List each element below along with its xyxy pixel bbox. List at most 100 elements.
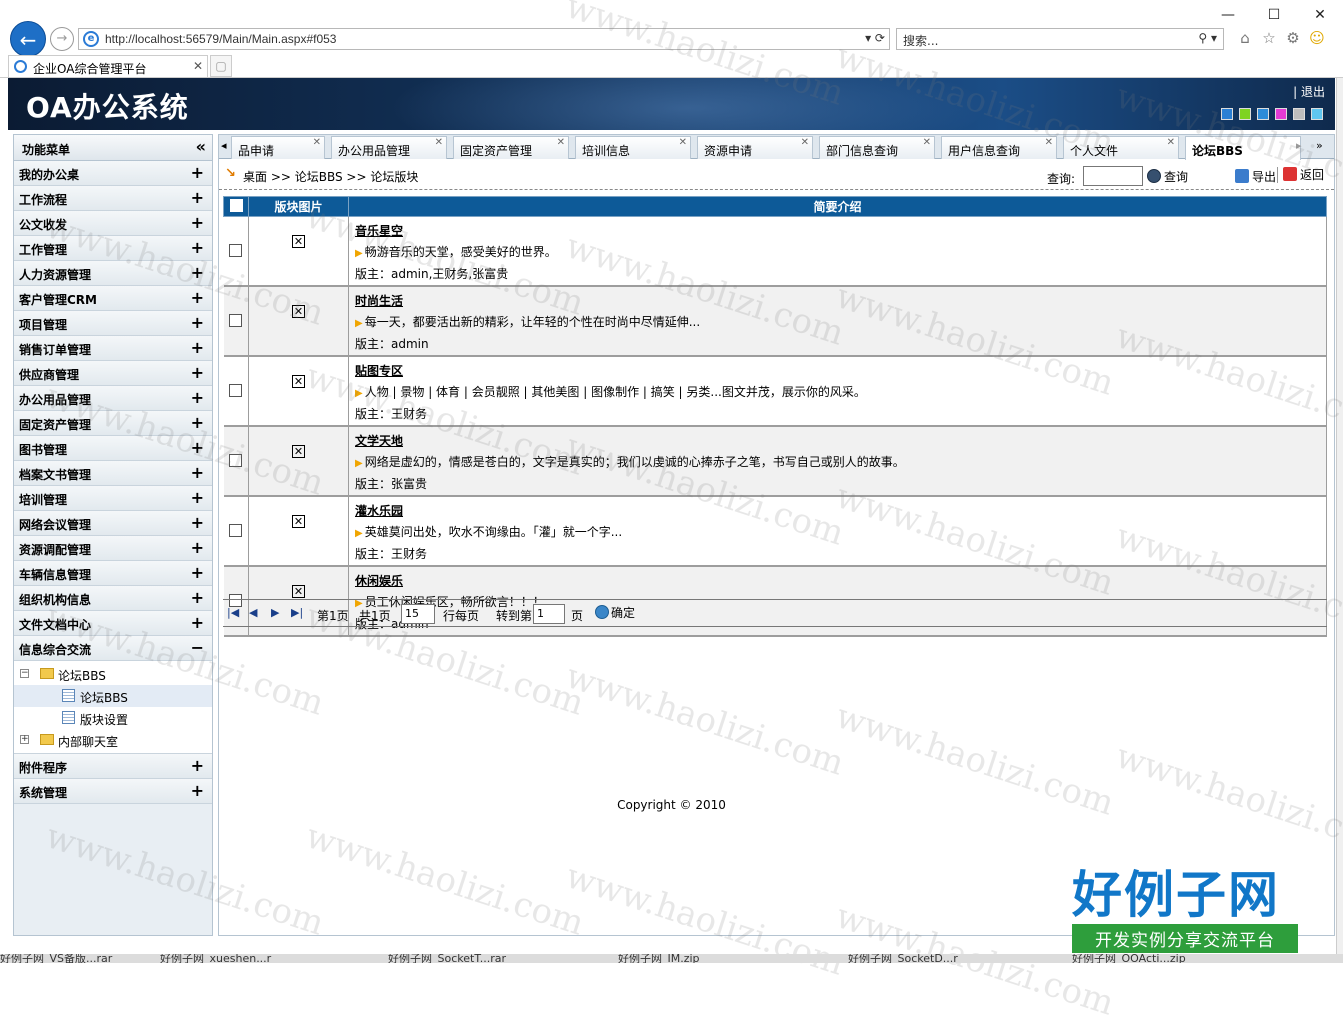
row-checkbox[interactable] — [229, 314, 243, 327]
sidebar-item-label[interactable]: 供应商管理 — [19, 366, 79, 383]
sidebar-item[interactable]: 附件程序 + — [14, 754, 212, 779]
expand-toggle-icon[interactable]: + — [191, 438, 204, 457]
tree-node-label[interactable]: 版块设置 — [80, 711, 128, 728]
skin-color-swatch[interactable] — [1239, 108, 1251, 120]
content-tab[interactable]: 用户信息查询 ✕ — [941, 136, 1057, 159]
scroll-tabs-right-icon[interactable]: ▸ — [1296, 139, 1302, 152]
select-all-checkbox[interactable] — [229, 198, 243, 212]
confirm-button[interactable]: 确定 — [595, 604, 635, 621]
sidebar-item[interactable]: 组织机构信息 + — [14, 586, 212, 611]
taskbar-item[interactable]: 好例子网_VS备版...rar — [0, 954, 112, 963]
tree-node-forum[interactable]: − 论坛BBS — [14, 663, 212, 685]
forward-arrow-icon[interactable]: → — [50, 27, 74, 51]
sidebar-item[interactable]: 资源调配管理 + — [14, 536, 212, 561]
sidebar-item-label[interactable]: 组织机构信息 — [19, 591, 91, 608]
sidebar-item-label[interactable]: 工作管理 — [19, 241, 67, 258]
sidebar-item[interactable]: 固定资产管理 + — [14, 411, 212, 436]
expand-toggle-icon[interactable]: + — [191, 463, 204, 482]
close-tab-icon[interactable]: ✕ — [801, 137, 809, 148]
last-page-icon[interactable]: ▶| — [291, 606, 303, 619]
expand-toggle-icon[interactable]: + — [191, 538, 204, 557]
content-tab[interactable]: 资源申请 ✕ — [697, 136, 813, 159]
tree-node-forum-bbs[interactable]: 论坛BBS — [14, 685, 212, 707]
close-tab-icon[interactable]: ✕ — [1045, 137, 1053, 148]
taskbar-item[interactable]: 好例子网_OOActi...zip — [1072, 954, 1186, 963]
skin-color-swatch[interactable] — [1311, 108, 1323, 120]
sidebar-item[interactable]: 信息综合交流 − — [14, 636, 212, 661]
taskbar-item[interactable]: 好例子网_xueshen...r — [160, 954, 271, 963]
logout-link[interactable]: | 退出 — [1293, 83, 1325, 100]
url-text[interactable]: http://localhost:56579/Main/Main.aspx#f0… — [105, 32, 336, 46]
sidebar-item[interactable]: 项目管理 + — [14, 311, 212, 336]
content-tab[interactable]: 固定资产管理 ✕ — [453, 136, 569, 159]
next-page-icon[interactable]: ▶ — [271, 606, 279, 619]
expand-toggle-icon[interactable]: + — [191, 413, 204, 432]
sidebar-item[interactable]: 网络会议管理 + — [14, 511, 212, 536]
expand-toggle-icon[interactable]: + — [191, 163, 204, 182]
content-tab-label[interactable]: 培训信息 — [582, 142, 630, 159]
sidebar-item[interactable]: 公文收发 + — [14, 211, 212, 236]
expand-toggle-icon[interactable]: + — [191, 363, 204, 382]
content-tab[interactable]: 个人文件 ✕ — [1063, 136, 1179, 159]
tree-node-label[interactable]: 论坛BBS — [58, 667, 106, 684]
sidebar-item-label[interactable]: 资源调配管理 — [19, 541, 91, 558]
close-tab-icon[interactable]: ✕ — [435, 137, 443, 148]
close-tab-icon[interactable]: ✕ — [193, 59, 203, 73]
sidebar-item[interactable]: 我的办公桌 + — [14, 161, 212, 186]
expand-toggle-icon[interactable]: + — [191, 313, 204, 332]
content-tab-label[interactable]: 用户信息查询 — [948, 142, 1020, 159]
sidebar-item[interactable]: 供应商管理 + — [14, 361, 212, 386]
sidebar-item[interactable]: 图书管理 + — [14, 436, 212, 461]
first-page-icon[interactable]: |◀ — [227, 606, 239, 619]
expand-toggle-icon[interactable]: + — [191, 213, 204, 232]
forum-block-name[interactable]: 文学天地 — [355, 431, 1320, 452]
expand-toggle-icon[interactable]: + — [191, 613, 204, 632]
close-window-button[interactable]: ✕ — [1297, 2, 1343, 28]
content-tab[interactable]: 部门信息查询 ✕ — [819, 136, 935, 159]
forum-block-name[interactable]: 音乐星空 — [355, 221, 1320, 242]
expand-toggle-icon[interactable]: − — [191, 638, 204, 657]
logout-label[interactable]: 退出 — [1301, 85, 1325, 99]
sidebar-item-label[interactable]: 档案文书管理 — [19, 466, 91, 483]
content-tab-label[interactable]: 办公用品管理 — [338, 142, 410, 159]
expand-toggle-icon[interactable]: + — [191, 263, 204, 282]
sidebar-item[interactable]: 培训管理 + — [14, 486, 212, 511]
row-checkbox[interactable] — [229, 384, 243, 397]
expand-toggle-icon[interactable]: + — [191, 588, 204, 607]
forum-block-name[interactable]: 灌水乐园 — [355, 501, 1320, 522]
content-tab-label[interactable]: 部门信息查询 — [826, 142, 898, 159]
collapse-icon[interactable]: « — [196, 137, 206, 156]
query-button[interactable]: 查询 — [1147, 168, 1188, 185]
sidebar-item[interactable]: 文件文档中心 + — [14, 611, 212, 636]
column-header-intro[interactable]: 简要介绍 — [348, 196, 1327, 217]
minimize-button[interactable]: — — [1205, 2, 1251, 28]
prev-page-icon[interactable]: ◀ — [249, 606, 257, 619]
taskbar-item[interactable]: 好例子网_IM.zip — [618, 954, 700, 963]
sidebar-item-label[interactable]: 培训管理 — [19, 491, 67, 508]
sidebar-item-label[interactable]: 文件文档中心 — [19, 616, 91, 633]
content-tab-label[interactable]: 资源申请 — [704, 142, 752, 159]
tab-list-chevron-icon[interactable]: » — [1316, 139, 1323, 152]
sidebar-item-label[interactable]: 工作流程 — [19, 191, 67, 208]
close-tab-icon[interactable]: ✕ — [313, 137, 321, 148]
content-tab-label[interactable]: 品申请 — [238, 142, 274, 159]
expand-toggle-icon[interactable]: + — [191, 488, 204, 507]
expand-toggle-icon[interactable]: + — [191, 288, 204, 307]
new-tab-button[interactable]: ▢ — [210, 55, 232, 77]
sidebar-item[interactable]: 车辆信息管理 + — [14, 561, 212, 586]
tree-node-chatroom[interactable]: + 内部聊天室 — [14, 729, 212, 751]
taskbar-item[interactable]: 好例子网_SocketD...r — [848, 954, 958, 963]
expand-toggle-icon[interactable]: + — [191, 388, 204, 407]
browser-search-input[interactable]: 搜索... ⚲ ▾ — [896, 28, 1224, 50]
row-checkbox[interactable] — [229, 244, 243, 257]
expand-toggle-icon[interactable]: + — [191, 338, 204, 357]
content-tab[interactable]: 论坛BBS — [1185, 136, 1301, 160]
sidebar-item[interactable]: 工作管理 + — [14, 236, 212, 261]
search-icon[interactable]: ⚲ ▾ — [1198, 31, 1217, 45]
browser-tab[interactable]: 企业OA综合管理平台 ✕ — [8, 55, 208, 77]
refresh-icon[interactable]: ▾ ⟳ — [865, 31, 885, 45]
expand-toggle-icon[interactable]: + — [191, 563, 204, 582]
smiley-icon[interactable]: ☺ — [1308, 29, 1326, 47]
favorites-star-icon[interactable]: ☆ — [1260, 29, 1278, 47]
sidebar-item[interactable]: 工作流程 + — [14, 186, 212, 211]
